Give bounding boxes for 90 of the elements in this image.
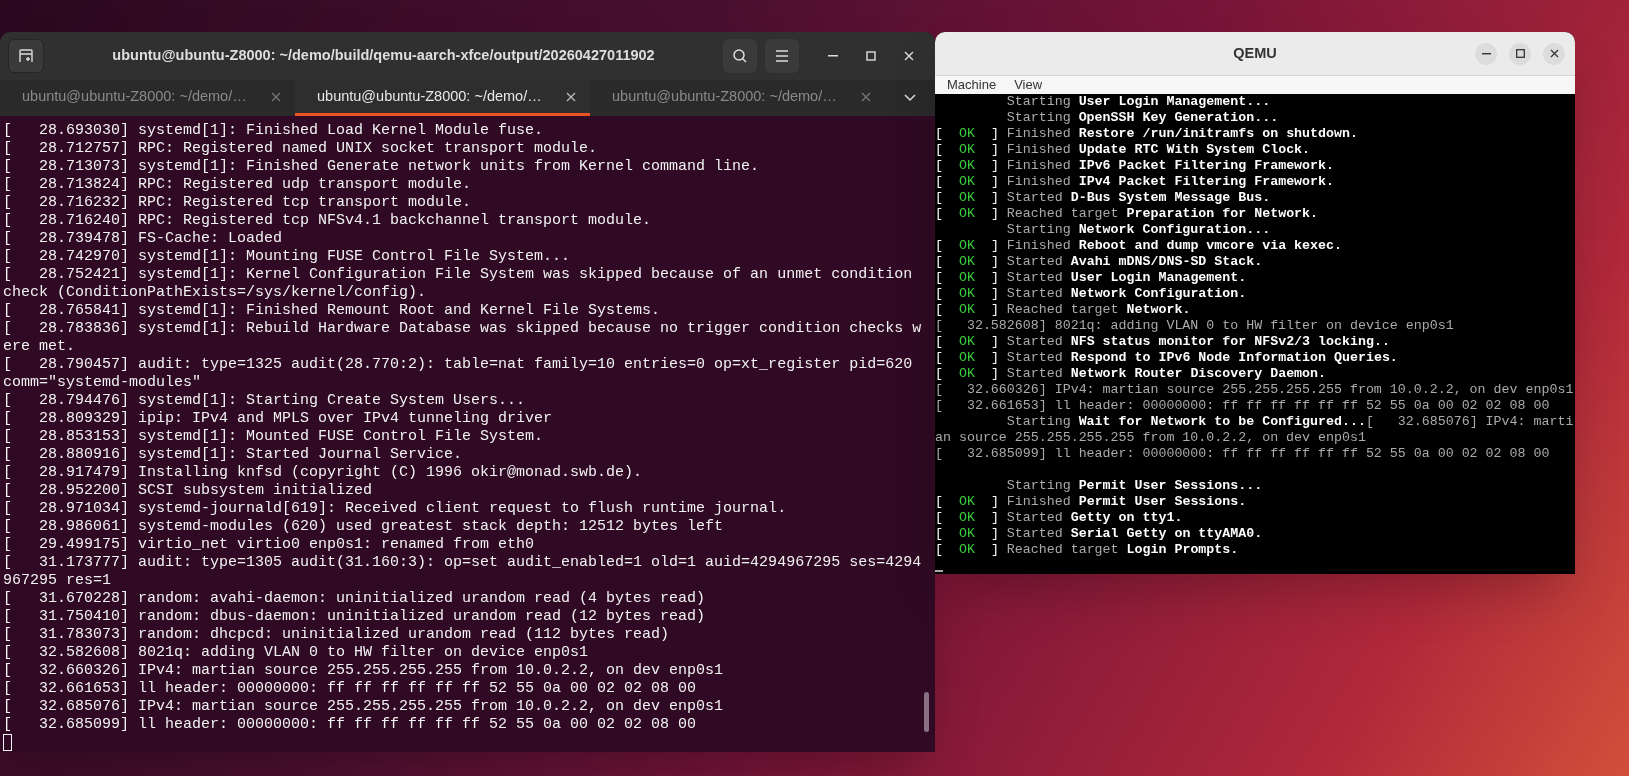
close-icon[interactable] <box>566 91 576 102</box>
console-line: [ OK ] Finished Restore /run/initramfs on shutdown. <box>935 126 1358 142</box>
console-line: Starting User Login Management... <box>1005 94 1271 110</box>
search-button[interactable] <box>723 39 757 73</box>
console-line: [ OK ] Started Serial Getty on ttyAMA0. <box>935 526 1263 542</box>
console-line: [ OK ] Finished Update RTC With System Clock. <box>935 142 1311 158</box>
terminal-line: [ 28.809329] ipip: IPv4 and MPLS over IPv4 tunneling driver <box>3 410 554 428</box>
tab[interactable]: ubuntu@ubuntu-Z8000: ~/demo/… <box>0 80 295 116</box>
console-line: [ OK ] Started User Login Management. <box>935 270 1247 286</box>
console-line: [ OK ] Reached target Login Prompts. <box>935 542 1239 558</box>
console-line: [ 32.582608] 8021q: adding VLAN 0 to HW filter on device enp0s1 <box>935 318 1454 334</box>
console-line: [ OK ] Started Avahi mDNS/DNS-SD Stack. <box>935 254 1263 270</box>
tab[interactable]: ubuntu@ubuntu-Z8000: ~/demo/… <box>295 80 590 116</box>
console-line: Starting Permit User Sessions... <box>1005 478 1263 494</box>
terminal-line: [ 28.917479] Installing knfsd (copyright (C) 1996 okir@monad.swb.de). <box>3 464 644 482</box>
terminal-line: [ 28.790457] audit: type=1325 audit(28.770:2): table=nat family=10 entries=0 op=xt_register pid=620 <box>3 356 914 374</box>
maximize-icon <box>866 51 876 61</box>
console-line: [ OK ] Finished IPv6 Packet Filtering Framework. <box>935 158 1334 174</box>
terminal-line: [ 31.783073] random: dhcpcd: uninitialized urandom read (112 bytes read) <box>3 626 671 644</box>
terminal-line: ere met. <box>3 338 76 356</box>
terminal-line: [ 28.794476] systemd[1]: Starting Create System Users... <box>3 392 527 410</box>
minimize-icon <box>828 55 838 57</box>
terminal-line: check (ConditionPathExists=/sys/kernel/config). <box>3 284 428 302</box>
console-line: Starting OpenSSH Key Generation... <box>1005 110 1279 126</box>
terminal-line: [ 28.742970] systemd[1]: Mounting FUSE Control File System... <box>3 248 572 266</box>
console-line: [ OK ] Reached target Preparation for Network. <box>935 206 1319 222</box>
console-line: [ OK ] Started D-Bus System Message Bus. <box>935 190 1271 206</box>
terminal-line: [ 28.971034] systemd-journald[619]: Received client request to flush runtime journal. <box>3 500 788 518</box>
terminal-line: [ 28.752421] systemd[1]: Kernel Configuration File System was skipped because of an unmet condition <box>3 266 914 284</box>
terminal-line: [ 28.713073] systemd[1]: Finished Generate network units from Kernel command line. <box>3 158 761 176</box>
console-line: [ OK ] Started Getty on tty1. <box>935 510 1183 526</box>
terminal-line: [ 29.499175] virtio_net virtio0 enp0s1: renamed from eth0 <box>3 536 536 554</box>
new-tab-icon <box>18 48 34 64</box>
console-line: [ OK ] Started Respond to IPv6 Node Information Queries. <box>935 350 1398 366</box>
console-line: [ 32.661653] ll header: 00000000: ff ff ff ff ff ff 52 55 0a 00 02 02 08 00 <box>935 398 1550 414</box>
console-line: an source 255.255.255.255 from 10.0.2.2, on dev enp0s1 <box>935 430 1366 446</box>
terminal-line: [ 28.739478] FS-Cache: Loaded <box>3 230 284 248</box>
terminal-line: [ 28.986061] systemd-modules (620) used greatest stack depth: 12512 bytes left <box>3 518 725 536</box>
maximize-icon <box>1515 49 1525 58</box>
menu-icon <box>775 50 789 62</box>
close-icon[interactable] <box>861 91 871 102</box>
terminal-line: [ 31.670228] random: avahi-daemon: uninitialized urandom read (4 bytes read) <box>3 590 707 608</box>
console-line: [ OK ] Finished Permit User Sessions. <box>935 494 1247 510</box>
close-button[interactable] <box>1543 42 1565 65</box>
console-line: [ OK ] Finished Reboot and dump vmcore via kexec. <box>935 238 1342 254</box>
terminal-line: [ 28.713824] RPC: Registered udp transport module. <box>3 176 473 194</box>
terminal-line: comm="systemd-modules" <box>3 374 203 392</box>
console-line: [ OK ] Started Network Router Discovery Daemon. <box>935 366 1327 382</box>
console-line: [ 32.660326] IPv4: martian source 255.255.255.255 from 10.0.2.2, on dev enp0s1 <box>935 382 1574 398</box>
console-line: [ 32.685099] ll header: 00000000: ff ff ff ff ff ff 52 55 0a 00 02 02 08 00 <box>935 446 1550 462</box>
tab[interactable]: ubuntu@ubuntu-Z8000: ~/demo/… <box>590 80 885 116</box>
menu-button[interactable] <box>765 39 799 73</box>
window-title: QEMU <box>1233 43 1277 63</box>
terminal-line: [ 32.660326] IPv4: martian source 255.255.255.255 from 10.0.2.2, on dev enp0s1 <box>3 662 725 680</box>
terminal-line: [ 31.173777] audit: type=1305 audit(31.160:3): op=set audit_enabled=1 old=1 auid=4294967295 ses=4294 <box>3 554 923 572</box>
terminal-line: [ 31.750410] random: dbus-daemon: uninitialized urandom read (12 bytes read) <box>3 608 707 626</box>
chevron-down-icon <box>904 94 916 102</box>
terminal-line: [ 28.765841] systemd[1]: Finished Remount Root and Kernel File Systems. <box>3 302 662 320</box>
terminal-line: [ 28.880916] systemd[1]: Started Journal Service. <box>3 446 464 464</box>
terminal-line: [ 32.685099] ll header: 00000000: ff ff ff ff ff ff 52 55 0a 00 02 02 08 00 <box>3 716 698 734</box>
console-line: [ OK ] Started NFS status monitor for NFSv2/3 locking.. <box>935 334 1390 350</box>
search-icon <box>732 48 748 64</box>
new-tab-button[interactable] <box>8 39 44 73</box>
terminal-line: [ 32.582608] 8021q: adding VLAN 0 to HW filter on device enp0s1 <box>3 644 590 662</box>
terminal-line: [ 28.693030] systemd[1]: Finished Load Kernel Module fuse. <box>3 122 545 140</box>
maximize-button[interactable] <box>1509 42 1531 65</box>
terminal-line: [ 28.716240] RPC: Registered tcp NFSv4.1 backchannel transport module. <box>3 212 653 230</box>
terminal-line: [ 32.661653] ll header: 00000000: ff ff ff ff ff ff 52 55 0a 00 02 02 08 00 <box>3 680 698 698</box>
scrollbar-thumb[interactable] <box>924 692 929 732</box>
minimize-icon <box>1481 52 1491 55</box>
text-cursor <box>3 734 12 751</box>
terminal-line: [ 28.712757] RPC: Registered named UNIX socket transport module. <box>3 140 599 158</box>
terminal-line: [ 28.716232] RPC: Registered tcp transport module. <box>3 194 473 212</box>
terminal-line: [ 32.685076] IPv4: martian source 255.255.255.255 from 10.0.2.2, on dev enp0s1 <box>3 698 725 716</box>
terminal-line: [ 28.853153] systemd[1]: Mounted FUSE Control File System. <box>3 428 545 446</box>
console-line: Starting Network Configuration... <box>1005 222 1271 238</box>
console-line: Starting Wait for Network to be Configured...[ 32.685076] IPv4: marti <box>1005 414 1574 430</box>
close-icon <box>1549 49 1559 58</box>
console-line: [ OK ] Reached target Network. <box>935 302 1191 318</box>
terminal-line: [ 28.783836] systemd[1]: Rebuild Hardware Database was skipped because no trigger condition checks w <box>3 320 923 338</box>
terminal-line: 967295 res=1 <box>3 572 113 590</box>
close-icon[interactable] <box>271 91 281 102</box>
console-line: [ OK ] Finished IPv4 Packet Filtering Framework. <box>935 174 1334 190</box>
window-title: ubuntu@ubuntu-Z8000: ~/demo/build/qemu-aarch-xfce/output/20260427011902 <box>112 46 655 66</box>
menu-item[interactable]: View <box>1008 76 1049 94</box>
text-cursor <box>935 570 943 572</box>
menu-item[interactable]: Machine <box>941 76 1003 94</box>
terminal-line: [ 28.952200] SCSI subsystem initialized <box>3 482 374 500</box>
close-icon <box>904 51 914 61</box>
console-line: [ OK ] Started Network Configuration. <box>935 286 1247 302</box>
